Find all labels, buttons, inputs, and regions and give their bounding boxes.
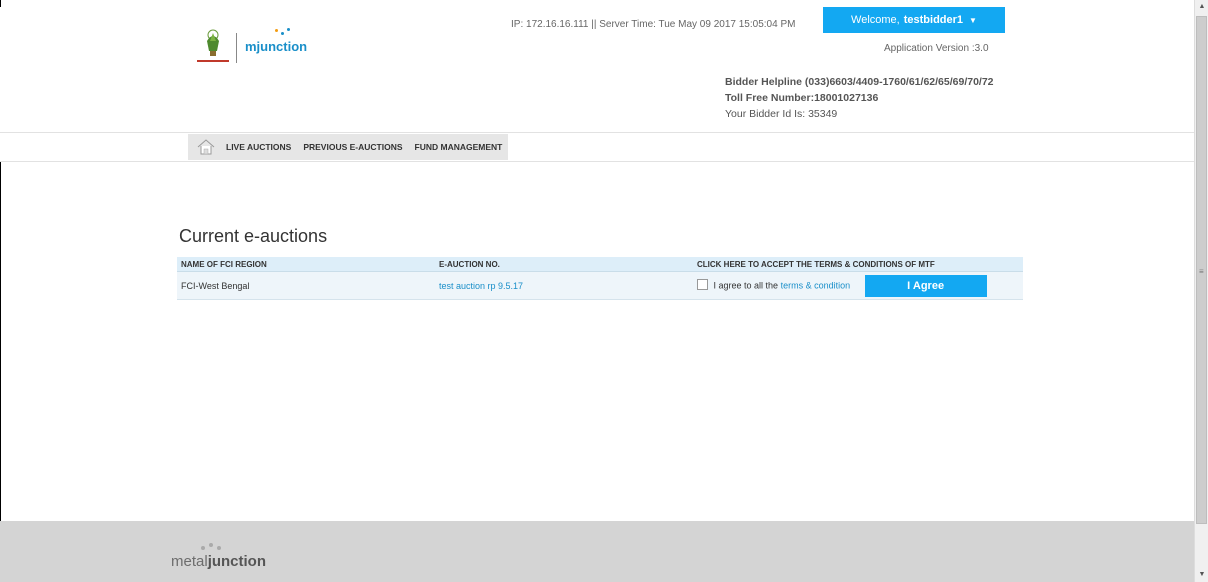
vertical-scrollbar[interactable]: ▲ ≡ ▼ [1194,0,1208,582]
scroll-down-arrow-icon[interactable]: ▼ [1195,568,1208,582]
scroll-thumb[interactable]: ≡ [1196,16,1207,524]
page-header: mjunction IP: 172.16.16.111 || Server Ti… [0,7,1194,132]
main-nav: LIVE AUCTIONS PREVIOUS E-AUCTIONS FUND M… [0,132,1194,162]
logo-dot-icon [201,546,205,550]
app-version: Application Version :3.0 [884,43,989,54]
logo-dot-icon [281,32,284,35]
logo-divider [236,33,237,63]
logo-dot-icon [209,543,213,547]
toll-free-number: Toll Free Number:18001027136 [725,92,879,104]
terms-link[interactable]: terms & condition [781,280,851,290]
region-cell: FCI-West Bengal [177,271,435,300]
mjunction-logo: mjunction [245,27,315,67]
agree-text: I agree to all the [713,279,779,290]
grip-icon: ≡ [1199,267,1204,276]
auction-link[interactable]: test auction rp 9.5.17 [439,281,523,291]
column-header-terms: CLICK HERE TO ACCEPT THE TERMS & CONDITI… [693,257,1023,272]
scroll-up-arrow-icon[interactable]: ▲ [1195,0,1208,14]
page-title: Current e-auctions [179,226,328,246]
agree-checkbox[interactable] [697,279,708,290]
table-row: FCI-West Bengal test auction rp 9.5.17 I… [177,271,1023,300]
user-menu-button[interactable]: Welcome, testbidder1 ▼ [823,7,1005,33]
nav-live-auctions[interactable]: LIVE AUCTIONS [220,142,297,152]
logo-dot-icon [275,29,278,32]
auction-no-cell: test auction rp 9.5.17 [435,271,693,300]
nav-previous-e-auctions[interactable]: PREVIOUS E-AUCTIONS [297,142,408,152]
logo-dot-icon [287,28,290,31]
browser-viewport: mjunction IP: 172.16.16.111 || Server Ti… [0,0,1194,582]
nav-fund-management[interactable]: FUND MANAGEMENT [409,142,509,152]
welcome-label: Welcome, [851,14,900,26]
logo-text: mjunction [245,39,308,54]
footer-logo-suffix: junction [207,553,267,570]
username: testbidder1 [903,14,964,26]
column-header-region: NAME OF FCI REGION [177,257,435,272]
footer-logo-prefix: metal [171,553,208,570]
metaljunction-logo: metaljunction [171,543,291,573]
i-agree-button[interactable]: I Agree [864,274,987,297]
page-footer: metaljunction [0,521,1194,582]
bidder-helpline: Bidder Helpline (033)6603/4409-1760/61/6… [725,76,994,88]
ip-server-time: IP: 172.16.16.111 || Server Time: Tue Ma… [511,19,796,30]
terms-cell: I agree to all the terms & condition I A… [693,271,1023,300]
auctions-table: NAME OF FCI REGION E-AUCTION NO. CLICK H… [177,257,1023,300]
table-header-row: NAME OF FCI REGION E-AUCTION NO. CLICK H… [177,257,1023,272]
nav-group: LIVE AUCTIONS PREVIOUS E-AUCTIONS FUND M… [188,134,509,160]
logo-dot-icon [217,546,221,550]
column-header-auction-no: E-AUCTION NO. [435,257,693,272]
chevron-down-icon: ▼ [969,15,977,25]
bidder-id: Your Bidder Id Is: 35349 [725,108,838,120]
footer-logo-text: metaljunction [171,553,266,570]
home-icon[interactable] [196,137,216,157]
fci-logo-icon [197,29,229,62]
